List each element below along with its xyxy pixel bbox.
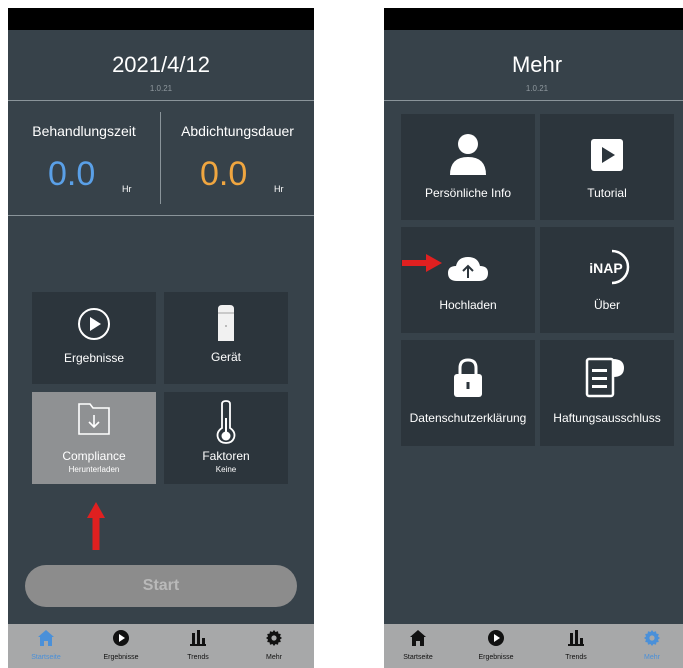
tab-results-label: Ergebnisse — [478, 654, 514, 661]
tab-trends[interactable]: Trends — [546, 624, 606, 668]
date-title: 2021/4/12 — [112, 52, 210, 77]
lock-icon — [454, 358, 482, 397]
status-bar — [8, 8, 314, 30]
compliance-tile-label: Compliance — [62, 449, 126, 463]
disclaimer-label: Haftungsausschluss — [553, 411, 661, 425]
seal-duration-value: 0.0 — [200, 155, 248, 193]
seal-duration-unit: Hr — [274, 184, 284, 194]
red-arrow-up-icon — [87, 502, 105, 550]
tutorial-tile[interactable]: Tutorial — [540, 114, 674, 220]
tab-bar: Startseite Ergebnisse Trends Mehr — [384, 624, 683, 668]
tab-results[interactable]: Ergebnisse — [466, 624, 526, 668]
home-icon — [410, 630, 426, 646]
tab-home-label: Startseite — [403, 654, 433, 661]
play-circle-icon — [113, 630, 129, 646]
app-version: 1.0.21 — [149, 84, 173, 93]
start-button[interactable]: Start — [25, 565, 297, 607]
seal-duration-label: Abdichtungsdauer — [181, 123, 294, 139]
metrics-bottom-divider — [8, 215, 314, 216]
upload-tile[interactable]: Hochladen — [401, 227, 535, 333]
red-arrow-right-icon — [402, 254, 442, 272]
play-circle-icon — [488, 630, 504, 646]
svg-text:iNAP: iNAP — [589, 260, 622, 276]
disclaimer-tile[interactable]: Haftungsausschluss — [540, 340, 674, 446]
play-square-icon — [591, 139, 623, 171]
tab-more-label: Mehr — [266, 654, 282, 661]
factors-tile-sub: Keine — [215, 465, 237, 474]
bar-chart-icon — [190, 630, 206, 646]
tab-trends-label: Trends — [187, 654, 209, 661]
tab-home[interactable]: Startseite — [16, 624, 76, 668]
factors-tile-label: Faktoren — [202, 449, 250, 463]
factors-tile[interactable]: Faktoren Keine — [164, 392, 288, 484]
tab-trends-label: Trends — [565, 654, 587, 661]
download-folder-icon — [78, 403, 110, 435]
header-divider — [8, 100, 314, 101]
home-screen: 2021/4/12 1.0.21 Behandlungszeit 0.0 Hr … — [8, 8, 314, 668]
bar-chart-icon — [568, 630, 584, 646]
tab-home-label: Startseite — [31, 654, 61, 661]
scroll-icon — [585, 357, 624, 398]
treatment-time-value: 0.0 — [48, 155, 96, 193]
device-tile-label: Gerät — [210, 350, 241, 364]
upload-label: Hochladen — [439, 298, 497, 312]
personal-info-label: Persönliche Info — [424, 186, 512, 200]
compliance-tile[interactable]: Compliance Herunterladen — [32, 392, 156, 484]
thermometer-icon — [216, 400, 236, 444]
header-divider — [384, 100, 683, 101]
gear-icon — [644, 630, 660, 646]
treatment-time-label: Behandlungszeit — [32, 123, 136, 139]
about-label: Über — [593, 298, 620, 312]
tab-more[interactable]: Mehr — [622, 624, 682, 668]
tab-bar: Startseite Ergebnisse Trends Mehr — [8, 624, 314, 668]
tutorial-label: Tutorial — [587, 186, 627, 200]
tab-results-label: Ergebnisse — [103, 654, 139, 661]
inap-logo: iNAP — [589, 249, 630, 285]
privacy-tile[interactable]: Datenschutzerklärung — [401, 340, 535, 446]
privacy-label: Datenschutzerklärung — [409, 411, 527, 425]
tab-more-label: Mehr — [644, 654, 660, 661]
home-icon — [38, 630, 54, 646]
personal-info-tile[interactable]: Persönliche Info — [401, 114, 535, 220]
device-icon — [218, 305, 234, 341]
about-tile[interactable]: iNAP Über — [540, 227, 674, 333]
tab-more[interactable]: Mehr — [244, 624, 304, 668]
tab-trends[interactable]: Trends — [168, 624, 228, 668]
device-tile[interactable]: Gerät — [164, 292, 288, 384]
results-tile[interactable]: Ergebnisse — [32, 292, 156, 384]
status-bar — [384, 8, 683, 30]
results-tile-label: Ergebnisse — [63, 351, 125, 365]
app-version: 1.0.21 — [525, 84, 549, 93]
treatment-time-unit: Hr — [122, 184, 132, 194]
tab-home[interactable]: Startseite — [388, 624, 448, 668]
compliance-tile-sub: Herunterladen — [68, 465, 120, 474]
page-title: Mehr — [511, 52, 563, 77]
more-screen: Mehr 1.0.21 Persönliche Info Tutorial Ho… — [384, 8, 683, 668]
person-icon — [450, 134, 486, 175]
play-circle-icon — [78, 308, 110, 340]
cloud-upload-icon — [448, 257, 488, 281]
gear-icon — [266, 630, 282, 646]
tab-results[interactable]: Ergebnisse — [91, 624, 151, 668]
